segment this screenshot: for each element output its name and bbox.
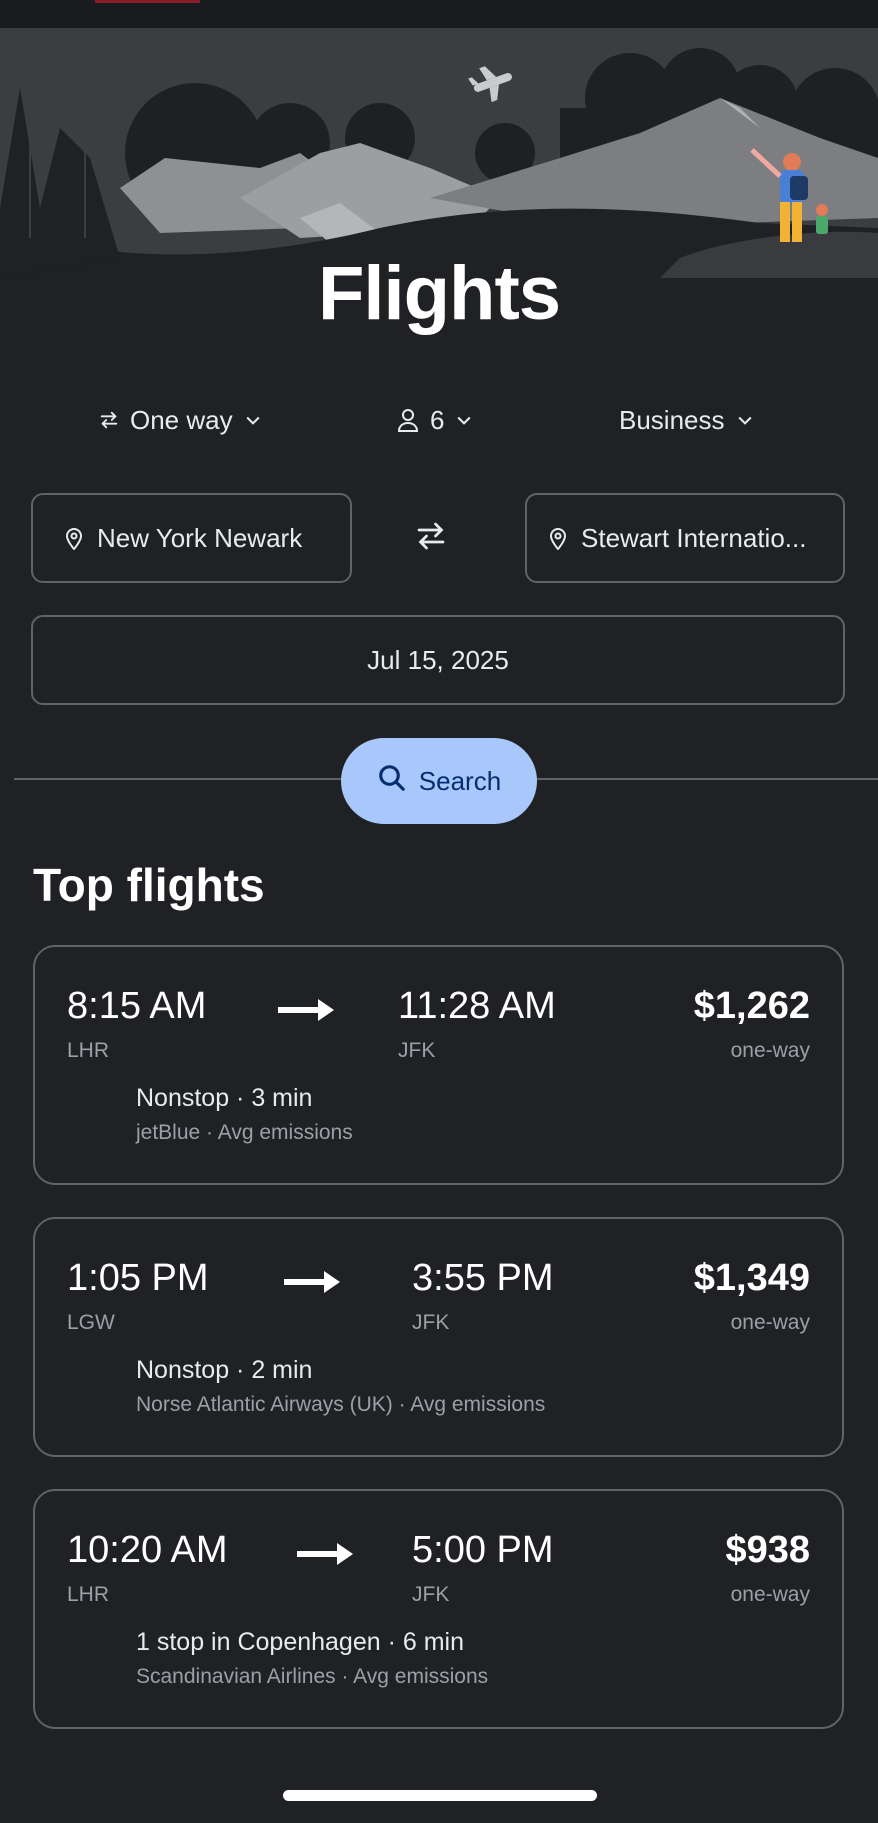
search-icon: [377, 763, 407, 800]
cabin-class-selector[interactable]: Business: [619, 398, 755, 442]
trip-type-selector[interactable]: One way: [98, 398, 263, 442]
passenger-selector[interactable]: 6: [396, 398, 474, 442]
section-title: Top flights: [33, 859, 265, 911]
search-label: Search: [418, 765, 502, 796]
airline-info: jetBlue · Avg emissions: [136, 1121, 353, 1144]
origin-field[interactable]: New York Newark: [31, 493, 352, 583]
stops-info: Nonstop · 3 min: [136, 1084, 313, 1112]
arrive-time: 5:00 PM: [412, 1529, 554, 1571]
airline-info: Norse Atlantic Airways (UK) · Avg emissi…: [136, 1393, 546, 1416]
price-type: one-way: [730, 1583, 810, 1606]
destination-field[interactable]: Stewart Internatio...: [525, 493, 845, 583]
page-title: Flights: [317, 251, 561, 336]
flight-card[interactable]: 1:05 PM 3:55 PM LGW JFK $1,349 one-way N…: [33, 1217, 844, 1457]
depart-time: 1:05 PM: [67, 1257, 209, 1299]
stops-info: 1 stop in Copenhagen · 6 min: [136, 1628, 464, 1656]
swap-icon: [413, 518, 449, 559]
location-pin-icon: [65, 526, 83, 550]
arrow-right-icon: [278, 997, 334, 1028]
price: $1,262: [693, 985, 810, 1027]
destination-code: JFK: [398, 1039, 436, 1062]
destination-value: Stewart Internatio...: [581, 522, 807, 553]
cabin-class-label: Business: [619, 404, 725, 435]
origin-value: New York Newark: [97, 522, 303, 553]
origin-code: LGW: [67, 1311, 115, 1334]
date-value: Jul 15, 2025: [367, 644, 509, 675]
status-bar: [0, 0, 878, 28]
trip-type-label: One way: [130, 404, 233, 435]
airline-info: Scandinavian Airlines · Avg emissions: [136, 1665, 489, 1688]
home-indicator[interactable]: [283, 1790, 597, 1801]
depart-time: 8:15 AM: [67, 985, 207, 1027]
person-icon: [396, 407, 420, 433]
search-button[interactable]: Search: [341, 738, 537, 824]
location-pin-icon: [549, 526, 567, 550]
flight-card[interactable]: 10:20 AM 5:00 PM LHR JFK $938 one-way 1 …: [33, 1489, 844, 1729]
date-field[interactable]: Jul 15, 2025: [31, 615, 845, 705]
arrow-right-icon: [284, 1269, 340, 1300]
origin-code: LHR: [67, 1583, 110, 1606]
chevron-down-icon: [735, 410, 755, 430]
stops-info: Nonstop · 2 min: [136, 1356, 313, 1384]
arrive-time: 11:28 AM: [398, 985, 556, 1027]
arrow-right-icon: [297, 1541, 353, 1572]
chevron-down-icon: [454, 410, 474, 430]
arrive-time: 3:55 PM: [412, 1257, 554, 1299]
price-type: one-way: [730, 1311, 810, 1334]
price: $938: [725, 1529, 810, 1571]
swap-icon: [98, 409, 120, 431]
chevron-down-icon: [243, 410, 263, 430]
origin-code: LHR: [67, 1039, 110, 1062]
destination-code: JFK: [412, 1583, 450, 1606]
price-type: one-way: [730, 1039, 810, 1062]
depart-time: 10:20 AM: [67, 1529, 228, 1571]
passenger-count: 6: [430, 404, 445, 435]
flight-card[interactable]: 8:15 AM 11:28 AM LHR JFK $1,262 one-way …: [33, 945, 844, 1185]
destination-code: JFK: [412, 1311, 450, 1334]
swap-route-button[interactable]: [407, 514, 455, 562]
price: $1,349: [693, 1257, 810, 1299]
hero-illustration: [0, 28, 878, 278]
